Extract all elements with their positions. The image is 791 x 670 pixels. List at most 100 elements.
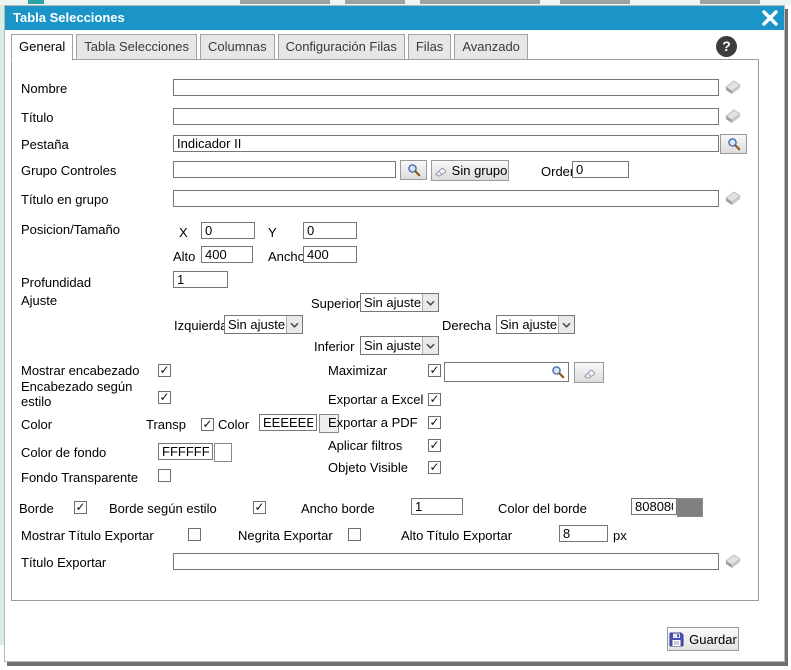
tab-columnas[interactable]: Columnas [200,34,275,60]
encabezado-segun-estilo-label: Encabezado según estilo [21,379,151,409]
ancho-borde-input[interactable] [411,498,463,515]
dialog-title: Tabla Selecciones [13,10,125,25]
nombre-label: Nombre [21,81,67,96]
borde-checkbox[interactable]: ✓ [74,501,87,514]
color-de-fondo-input[interactable] [158,443,213,460]
tab-tabla-selecciones[interactable]: Tabla Selecciones [76,34,197,60]
search-icon[interactable] [551,365,565,384]
eraser-icon [433,165,448,177]
x-input[interactable] [201,222,255,239]
book-icon[interactable] [723,553,742,575]
search-icon [407,163,421,177]
dialog-titlebar: Tabla Selecciones [5,6,784,30]
general-tab-panel: Nombre Título Pestaña Grupo Controles Si… [11,59,759,601]
pestana-input[interactable] [173,135,719,152]
exportar-pdf-label: Exportar a PDF [328,415,418,430]
aplicar-filtros-checkbox[interactable]: ✓ [428,439,441,452]
y-label: Y [268,225,277,240]
fondo-transparente-checkbox[interactable] [158,469,171,482]
derecha-select[interactable]: Sin ajuste [496,315,575,334]
objeto-visible-checkbox[interactable]: ✓ [428,461,441,474]
aplicar-filtros-label: Aplicar filtros [328,438,402,453]
ancho-input[interactable] [303,246,357,263]
inferior-label: Inferior [314,339,354,354]
color-del-borde-input[interactable] [631,498,677,515]
tab-general[interactable]: General [11,34,73,61]
book-icon[interactable] [723,108,742,130]
nombre-input[interactable] [173,79,719,96]
color-label: Color [21,417,52,432]
chevron-down-icon [286,316,302,333]
alto-input[interactable] [201,246,253,263]
superior-select[interactable]: Sin ajuste [360,293,439,312]
posicion-tamano-label: Posicion/Tamaño [21,222,120,237]
titulo-en-grupo-input[interactable] [173,190,719,207]
grupo-search-button[interactable] [400,160,427,180]
tabla-selecciones-dialog: Tabla Selecciones General Tabla Seleccio… [4,5,785,662]
tab-bar: General Tabla Selecciones Columnas Confi… [11,34,531,61]
titulo-input[interactable] [173,108,719,125]
guardar-button[interactable]: Guardar [667,627,739,651]
alto-label: Alto [173,249,195,264]
pestana-search-button[interactable] [720,134,747,154]
color-de-fondo-label: Color de fondo [21,445,106,460]
mostrar-encabezado-label: Mostrar encabezado [21,363,140,378]
eraser-icon [582,367,597,379]
book-icon[interactable] [723,79,742,101]
chevron-down-icon [558,316,574,333]
tab-configuracion-filas[interactable]: Configuración Filas [278,34,405,60]
negrita-exportar-label: Negrita Exportar [238,528,333,543]
objeto-visible-label: Objeto Visible [328,460,408,475]
transp-label: Transp [146,417,186,432]
derecha-label: Derecha [442,318,491,333]
maximizar-clear-button[interactable] [574,362,604,383]
chevron-down-icon [422,337,438,354]
ancho-borde-label: Ancho borde [301,501,375,516]
pestana-label: Pestaña [21,137,69,152]
borde-label: Borde [19,501,54,516]
grupo-controles-input[interactable] [173,161,396,178]
exportar-excel-label: Exportar a Excel [328,392,423,407]
exportar-pdf-checkbox[interactable]: ✓ [428,416,441,429]
close-icon[interactable] [761,9,779,27]
sin-grupo-button[interactable]: Sin grupo [431,160,509,181]
guardar-label: Guardar [689,632,737,647]
superior-label: Superior [311,296,360,311]
profundidad-label: Profundidad [21,275,91,290]
sin-grupo-label: Sin grupo [452,163,508,178]
izquierda-select[interactable]: Sin ajuste [224,315,303,334]
alto-titulo-exportar-input[interactable] [559,525,608,542]
color-del-borde-swatch[interactable] [677,498,703,517]
encabezado-segun-estilo-checkbox[interactable]: ✓ [158,391,171,404]
mostrar-titulo-exportar-checkbox[interactable] [188,528,201,541]
chevron-down-icon [422,294,438,311]
titulo-en-grupo-label: Título en grupo [21,192,108,207]
tab-avanzado[interactable]: Avanzado [454,34,528,60]
color-de-fondo-swatch[interactable] [214,443,232,462]
negrita-exportar-checkbox[interactable] [348,528,361,541]
maximizar-checkbox[interactable]: ✓ [428,364,441,377]
borde-segun-estilo-label: Borde según estilo [109,501,217,516]
exportar-excel-checkbox[interactable]: ✓ [428,393,441,406]
borde-segun-estilo-checkbox[interactable]: ✓ [253,501,266,514]
maximizar-label: Maximizar [328,363,387,378]
y-input[interactable] [303,222,357,239]
help-icon[interactable]: ? [716,36,737,57]
titulo-exportar-input[interactable] [173,553,719,570]
transp-checkbox[interactable]: ✓ [201,418,214,431]
px-label: px [613,528,627,543]
book-icon[interactable] [723,190,742,212]
save-icon [669,632,684,647]
color-inline-label: Color [218,417,249,432]
profundidad-input[interactable] [173,271,228,288]
orden-input[interactable] [572,161,629,178]
inferior-select[interactable]: Sin ajuste [360,336,439,355]
ancho-label: Ancho [268,249,305,264]
search-icon [727,137,741,151]
color-input[interactable] [259,414,317,431]
tab-filas[interactable]: Filas [408,34,451,60]
mostrar-encabezado-checkbox[interactable]: ✓ [158,364,171,377]
alto-titulo-exportar-label: Alto Título Exportar [401,528,512,543]
mostrar-titulo-exportar-label: Mostrar Título Exportar [21,528,154,543]
titulo-label: Título [21,110,54,125]
